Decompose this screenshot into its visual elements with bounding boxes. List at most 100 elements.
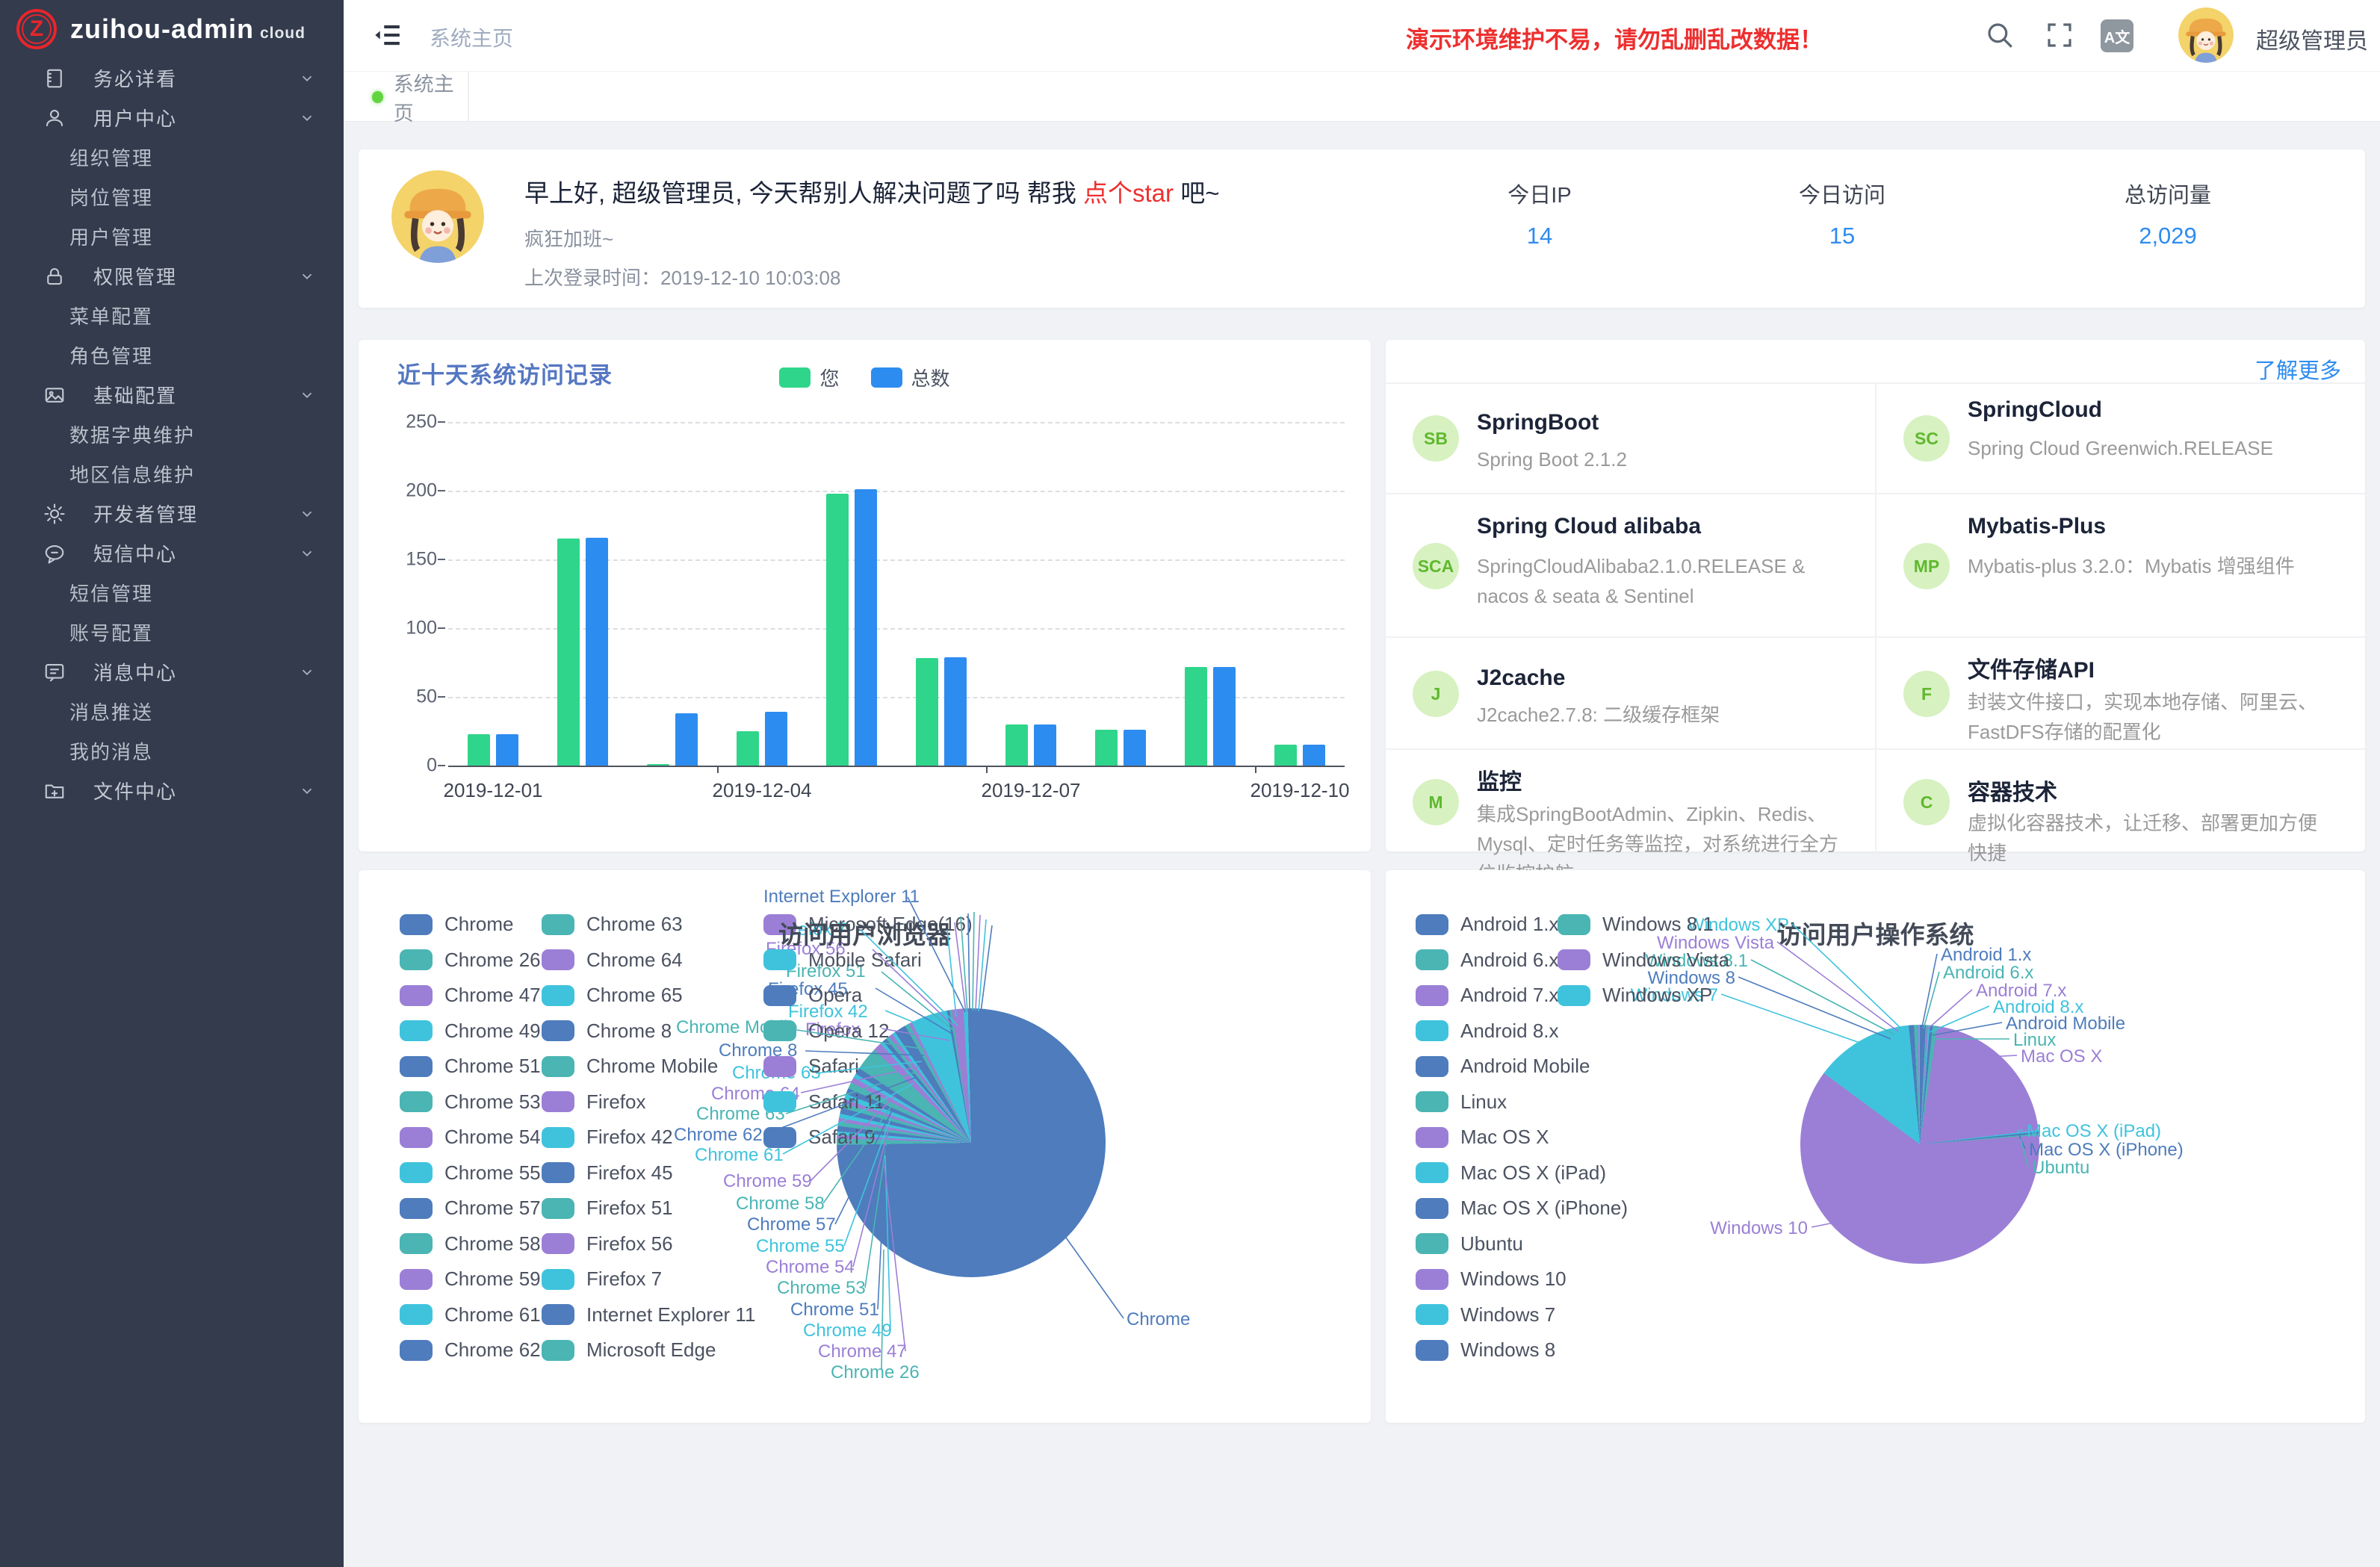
- bar-您-2019-12-02[interactable]: [557, 539, 580, 766]
- bar-总数-2019-12-04[interactable]: [765, 712, 787, 766]
- sidebar-item-用户管理[interactable]: 用户管理: [0, 217, 344, 256]
- tech-card-Spring Cloud alibaba[interactable]: SCASpring Cloud alibabaSpringCloudAlibab…: [1386, 493, 1875, 636]
- legend-item-Chrome 65[interactable]: Chrome 65: [542, 984, 683, 1007]
- legend-item-Chrome 8[interactable]: Chrome 8: [542, 1020, 672, 1043]
- bar-您-2019-12-04[interactable]: [737, 731, 759, 766]
- sidebar-item-岗位管理[interactable]: 岗位管理: [0, 177, 344, 217]
- tech-card-SpringBoot[interactable]: SBSpringBootSpring Boot 2.1.2: [1386, 384, 1875, 493]
- brand[interactable]: Z zuihou-admincloud: [0, 0, 344, 58]
- legend-item-Windows Vista[interactable]: Windows Vista: [1558, 949, 1729, 972]
- legend-item-Firefox 56[interactable]: Firefox 56: [542, 1232, 673, 1256]
- tech-card-文件存储API[interactable]: F文件存储API封装文件接口，实现本地存储、阿里云、FastDFS存储的配置化: [1875, 636, 2365, 748]
- fullscreen-icon[interactable]: [2044, 19, 2075, 51]
- legend-item-Chrome 61[interactable]: Chrome 61: [400, 1303, 541, 1326]
- legend-item-Chrome 58[interactable]: Chrome 58: [400, 1232, 541, 1256]
- legend-item-Safari 11[interactable]: Safari 11: [763, 1090, 884, 1114]
- bar-您-2019-12-07[interactable]: [1005, 724, 1028, 766]
- sidebar-item-消息推送[interactable]: 消息推送: [0, 692, 344, 731]
- sidebar-item-菜单配置[interactable]: 菜单配置: [0, 296, 344, 335]
- bar-总数-2019-12-02[interactable]: [586, 538, 608, 766]
- legend-item-Android 6.x[interactable]: Android 6.x: [1416, 949, 1559, 972]
- sidebar-item-短信管理[interactable]: 短信管理: [0, 573, 344, 612]
- legend-item-Opera[interactable]: Opera: [763, 984, 862, 1007]
- tech-card-J2cache[interactable]: JJ2cacheJ2cache2.7.8: 二级缓存框架: [1386, 636, 1875, 748]
- legend-item-Android 7.x[interactable]: Android 7.x: [1416, 984, 1559, 1007]
- legend-item-Mac OS X (iPhone)[interactable]: Mac OS X (iPhone): [1416, 1197, 1628, 1220]
- sidebar-collapse-icon[interactable]: [374, 21, 402, 49]
- legend-item-Chrome 51[interactable]: Chrome 51: [400, 1055, 541, 1078]
- legend-item-Chrome 54[interactable]: Chrome 54: [400, 1126, 541, 1149]
- legend-item-Chrome 64[interactable]: Chrome 64: [542, 949, 683, 972]
- sidebar-item-文件中心[interactable]: 文件中心: [0, 771, 344, 810]
- legend-item-Chrome Mobile[interactable]: Chrome Mobile: [542, 1055, 718, 1078]
- legend-item-Firefox 51[interactable]: Firefox 51: [542, 1197, 673, 1220]
- legend-item-总数[interactable]: 总数: [871, 364, 950, 391]
- tech-card-SpringCloud[interactable]: SCSpringCloudSpring Cloud Greenwich.RELE…: [1875, 384, 2365, 493]
- sidebar-item-账号配置[interactable]: 账号配置: [0, 612, 344, 652]
- legend-item-Android 8.x[interactable]: Android 8.x: [1416, 1020, 1559, 1043]
- legend-item-Firefox 7[interactable]: Firefox 7: [542, 1267, 662, 1291]
- bar-总数-2019-12-06[interactable]: [944, 657, 967, 766]
- bar-您-2019-12-05[interactable]: [826, 494, 849, 766]
- sidebar-item-用户中心[interactable]: 用户中心: [0, 98, 344, 137]
- legend-item-Safari[interactable]: Safari: [763, 1055, 859, 1078]
- tech-card-容器技术[interactable]: C容器技术虚拟化容器技术，让迁移、部署更加方便快捷: [1875, 748, 2365, 853]
- bar-总数-2019-12-09[interactable]: [1213, 667, 1236, 766]
- tech-card-监控[interactable]: M监控集成SpringBootAdmin、Zipkin、Redis、Mysql、…: [1386, 748, 1875, 853]
- bar-总数-2019-12-10[interactable]: [1303, 745, 1325, 766]
- bar-总数-2019-12-03[interactable]: [675, 713, 698, 766]
- learn-more-link[interactable]: 了解更多: [2255, 353, 2341, 385]
- browser-pie[interactable]: [837, 1008, 1106, 1277]
- legend-item-Mac OS X[interactable]: Mac OS X: [1416, 1126, 1549, 1149]
- sidebar-item-开发者管理[interactable]: 开发者管理: [0, 494, 344, 533]
- sidebar-item-权限管理[interactable]: 权限管理: [0, 256, 344, 296]
- bar-您-2019-12-06[interactable]: [916, 658, 938, 766]
- legend-item-Chrome 26[interactable]: Chrome 26: [400, 949, 541, 972]
- sidebar-item-基础配置[interactable]: 基础配置: [0, 375, 344, 415]
- legend-item-Chrome 57[interactable]: Chrome 57: [400, 1197, 541, 1220]
- sidebar-item-组织管理[interactable]: 组织管理: [0, 137, 344, 177]
- legend-item-Windows 10[interactable]: Windows 10: [1416, 1267, 1566, 1291]
- legend-item-Opera 12[interactable]: Opera 12: [763, 1020, 889, 1043]
- bar-总数-2019-12-07[interactable]: [1034, 724, 1056, 766]
- legend-item-Chrome 59[interactable]: Chrome 59: [400, 1267, 541, 1291]
- legend-item-Chrome 49[interactable]: Chrome 49: [400, 1020, 541, 1043]
- legend-item-Ubuntu[interactable]: Ubuntu: [1416, 1232, 1523, 1256]
- current-user-name[interactable]: 超级管理员: [2256, 22, 2368, 55]
- legend-item-Chrome 55[interactable]: Chrome 55: [400, 1161, 541, 1185]
- legend-item-Firefox[interactable]: Firefox: [542, 1090, 645, 1114]
- legend-item-Internet Explorer 11[interactable]: Internet Explorer 11: [542, 1303, 755, 1326]
- sidebar-item-角色管理[interactable]: 角色管理: [0, 335, 344, 375]
- tab-system-home[interactable]: 系统主页: [353, 72, 469, 122]
- sidebar-item-务必详看[interactable]: 务必详看: [0, 58, 344, 98]
- legend-item-Mobile Safari[interactable]: Mobile Safari: [763, 949, 922, 972]
- sidebar-item-短信中心[interactable]: 短信中心: [0, 533, 344, 573]
- sidebar-item-我的消息[interactable]: 我的消息: [0, 731, 344, 771]
- tech-card-Mybatis-Plus[interactable]: MPMybatis-PlusMybatis-plus 3.2.0：Mybatis…: [1875, 493, 2365, 636]
- sidebar-item-地区信息维护[interactable]: 地区信息维护: [0, 454, 344, 494]
- os-pie[interactable]: [1800, 1025, 2039, 1264]
- legend-item-Firefox 45[interactable]: Firefox 45: [542, 1161, 673, 1185]
- legend-item-Safari 9[interactable]: Safari 9: [763, 1126, 876, 1149]
- bar-总数-2019-12-01[interactable]: [496, 734, 518, 766]
- legend-item-Chrome 47[interactable]: Chrome 47: [400, 984, 541, 1007]
- bar-您-2019-12-03[interactable]: [647, 764, 669, 766]
- user-avatar[interactable]: [2178, 7, 2234, 63]
- legend-item-Android Mobile[interactable]: Android Mobile: [1416, 1055, 1590, 1078]
- legend-item-Chrome 62[interactable]: Chrome 62: [400, 1338, 541, 1362]
- bar-您-2019-12-01[interactable]: [468, 734, 490, 766]
- legend-item-Microsoft Edge[interactable]: Microsoft Edge: [542, 1338, 716, 1362]
- legend-item-Windows 7[interactable]: Windows 7: [1416, 1303, 1555, 1326]
- sidebar-item-消息中心[interactable]: 消息中心: [0, 652, 344, 692]
- star-link[interactable]: 点个star: [1083, 179, 1174, 207]
- legend-item-Windows XP[interactable]: Windows XP: [1558, 984, 1712, 1007]
- legend-item-Linux[interactable]: Linux: [1416, 1090, 1507, 1114]
- legend-item-Windows 8[interactable]: Windows 8: [1416, 1338, 1555, 1362]
- legend-item-Firefox 42[interactable]: Firefox 42: [542, 1126, 673, 1149]
- search-icon[interactable]: [1984, 19, 2015, 51]
- language-switch-icon[interactable]: A文: [2101, 19, 2133, 52]
- legend-item-Chrome 53[interactable]: Chrome 53: [400, 1090, 541, 1114]
- bar-总数-2019-12-08[interactable]: [1124, 730, 1146, 766]
- bar-您-2019-12-10[interactable]: [1274, 745, 1297, 766]
- bar-总数-2019-12-05[interactable]: [855, 489, 877, 766]
